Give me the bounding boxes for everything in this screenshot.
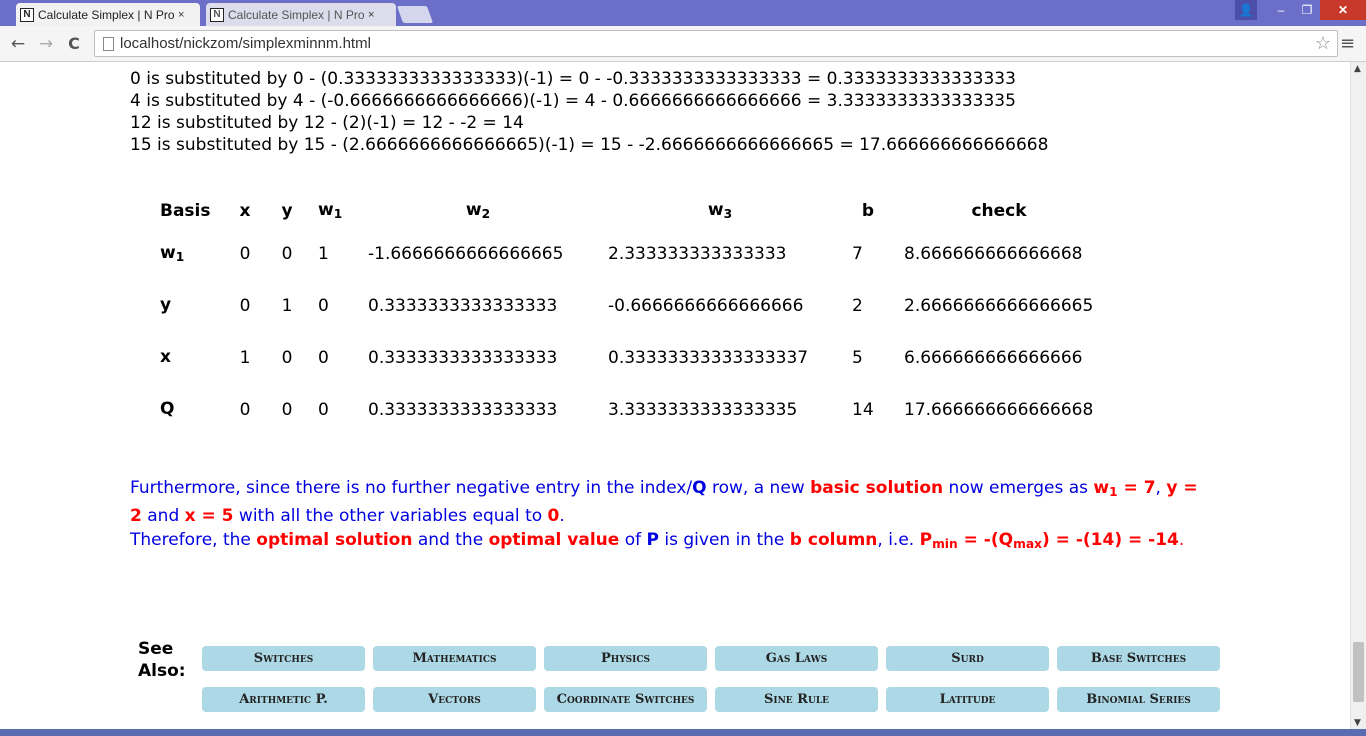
back-arrow-icon[interactable]: ← <box>8 33 28 55</box>
tab-title: Calculate Simplex | N Prob <box>38 7 174 22</box>
tab-close-icon[interactable]: × <box>178 9 184 21</box>
minimize-icon[interactable]: – <box>1268 0 1294 20</box>
link-switches[interactable]: Switches <box>202 646 365 671</box>
page-content: 0 is substituted by 0 - (0.3333333333333… <box>0 62 1350 730</box>
optimal-value-paragraph: Therefore, the optimal solution and the … <box>130 530 1185 552</box>
cell-check: 6.666666666666666 <box>904 348 1083 368</box>
step-line: 15 is substituted by 15 - (2.66666666666… <box>130 135 1049 155</box>
link-vectors[interactable]: Vectors <box>373 687 536 712</box>
nickzom-favicon-icon: N <box>20 7 34 22</box>
close-window-icon[interactable]: ✕ <box>1320 0 1366 20</box>
new-tab-button[interactable] <box>396 6 434 23</box>
step-line: 4 is substituted by 4 - (-0.666666666666… <box>130 91 1016 111</box>
row-basis: w1 <box>160 243 185 265</box>
windows-taskbar <box>0 729 1366 736</box>
link-base-switches[interactable]: Base Switches <box>1057 646 1220 671</box>
maximize-icon[interactable]: ❐ <box>1294 0 1320 20</box>
tab-close-icon[interactable]: × <box>368 9 374 21</box>
tab-active[interactable]: N Calculate Simplex | N Prob × <box>16 3 200 26</box>
row-basis: x <box>160 347 171 368</box>
link-surd[interactable]: Surd <box>886 646 1049 671</box>
substitution-steps: 0 is substituted by 0 - (0.3333333333333… <box>130 62 1048 156</box>
table-row: w1 0 0 1 -1.6666666666666665 2.333333333… <box>150 228 1104 280</box>
row-basis: y <box>160 295 172 316</box>
cell-x: 1 <box>239 348 251 368</box>
tab-strip: N Calculate Simplex | N Prob × N Calcula… <box>0 0 1366 26</box>
simplex-tableau: Basis x y w1 w2 w3 b check w1 0 0 1 -1.6… <box>150 194 1104 436</box>
link-latitude[interactable]: Latitude <box>886 687 1049 712</box>
cell-check: 17.666666666666668 <box>904 400 1094 420</box>
cell-x: 0 <box>239 400 251 420</box>
page-icon <box>103 36 114 51</box>
cell-b: 7 <box>852 244 863 264</box>
bookmark-star-icon[interactable]: ☆ <box>1315 33 1331 54</box>
scrollbar-thumb[interactable] <box>1353 642 1364 702</box>
header-basis: Basis <box>160 201 211 221</box>
address-bar[interactable]: localhost/nickzom/simplexminnm.html ☆ <box>94 30 1338 57</box>
link-sine-rule[interactable]: Sine Rule <box>715 687 878 712</box>
link-mathematics[interactable]: Mathematics <box>373 646 536 671</box>
see-also-label: See Also: <box>138 639 186 681</box>
cell-y: 1 <box>281 296 293 316</box>
link-arithmetic-p[interactable]: Arithmetic P. <box>202 687 365 712</box>
header-w2: w2 <box>465 200 491 222</box>
link-binomial-series[interactable]: Binomial Series <box>1057 687 1220 712</box>
cell-w2: -1.6666666666666665 <box>368 244 564 264</box>
chrome-menu-icon[interactable]: ≡ <box>1340 33 1360 54</box>
cell-w3: 3.3333333333333335 <box>608 400 798 420</box>
cell-w3: 2.333333333333333 <box>608 244 787 264</box>
row-basis: Q <box>160 399 175 420</box>
scroll-up-arrow-icon[interactable]: ▲ <box>1354 64 1361 74</box>
cell-w1: 0 <box>318 400 329 420</box>
header-b: b <box>861 201 875 221</box>
table-header-row: Basis x y w1 w2 w3 b check <box>150 194 1104 228</box>
cell-x: 0 <box>239 296 251 316</box>
cell-w3: 0.33333333333333337 <box>608 348 809 368</box>
tab-second[interactable]: N Calculate Simplex | N Prob × <box>206 3 396 26</box>
basic-solution-paragraph: Furthermore, since there is no further n… <box>130 478 1198 527</box>
cell-b: 5 <box>852 348 863 368</box>
user-icon[interactable]: 👤 <box>1235 0 1257 20</box>
table-row: Q 0 0 0 0.3333333333333333 3.33333333333… <box>150 384 1104 436</box>
link-coordinate-switches[interactable]: Coordinate Switches <box>544 687 707 712</box>
header-w3: w3 <box>707 200 733 222</box>
cell-w1: 0 <box>318 296 329 316</box>
url-text: localhost/nickzom/simplexminnm.html <box>120 35 371 52</box>
step-line: 12 is substituted by 12 - (2)(-1) = 12 -… <box>130 113 524 133</box>
cell-w1: 0 <box>318 348 329 368</box>
cell-y: 0 <box>281 400 293 420</box>
vertical-scrollbar[interactable]: ▲ ▼ <box>1350 62 1366 730</box>
link-physics[interactable]: Physics <box>544 646 707 671</box>
cell-b: 14 <box>852 400 874 420</box>
cell-x: 0 <box>239 244 251 264</box>
cell-check: 2.6666666666666665 <box>904 296 1094 316</box>
reload-icon[interactable]: C <box>64 33 84 55</box>
cell-w1: 1 <box>318 244 329 264</box>
cell-w2: 0.3333333333333333 <box>368 296 558 316</box>
cell-y: 0 <box>281 348 293 368</box>
table-row: y 0 1 0 0.3333333333333333 -0.6666666666… <box>150 280 1104 332</box>
cell-w2: 0.3333333333333333 <box>368 348 558 368</box>
header-w1: w1 <box>318 200 343 222</box>
table-row: x 1 0 0 0.3333333333333333 0.33333333333… <box>150 332 1104 384</box>
step-line: 0 is substituted by 0 - (0.3333333333333… <box>130 69 1016 89</box>
cell-y: 0 <box>281 244 293 264</box>
conclusion-text: Furthermore, since there is no further n… <box>130 476 1210 556</box>
link-gas-laws[interactable]: Gas Laws <box>715 646 878 671</box>
cell-check: 8.666666666666668 <box>904 244 1083 264</box>
cell-w2: 0.3333333333333333 <box>368 400 558 420</box>
tab-title: Calculate Simplex | N Prob <box>228 7 364 22</box>
cell-b: 2 <box>852 296 863 316</box>
forward-arrow-icon[interactable]: → <box>36 33 56 55</box>
header-check: check <box>971 201 1027 221</box>
scroll-down-arrow-icon[interactable]: ▼ <box>1354 718 1361 728</box>
nickzom-favicon-icon: N <box>210 7 224 22</box>
header-y: y <box>281 201 293 221</box>
browser-toolbar: ← → C localhost/nickzom/simplexminnm.htm… <box>0 26 1366 62</box>
cell-w3: -0.6666666666666666 <box>608 296 804 316</box>
header-x: x <box>239 201 251 221</box>
